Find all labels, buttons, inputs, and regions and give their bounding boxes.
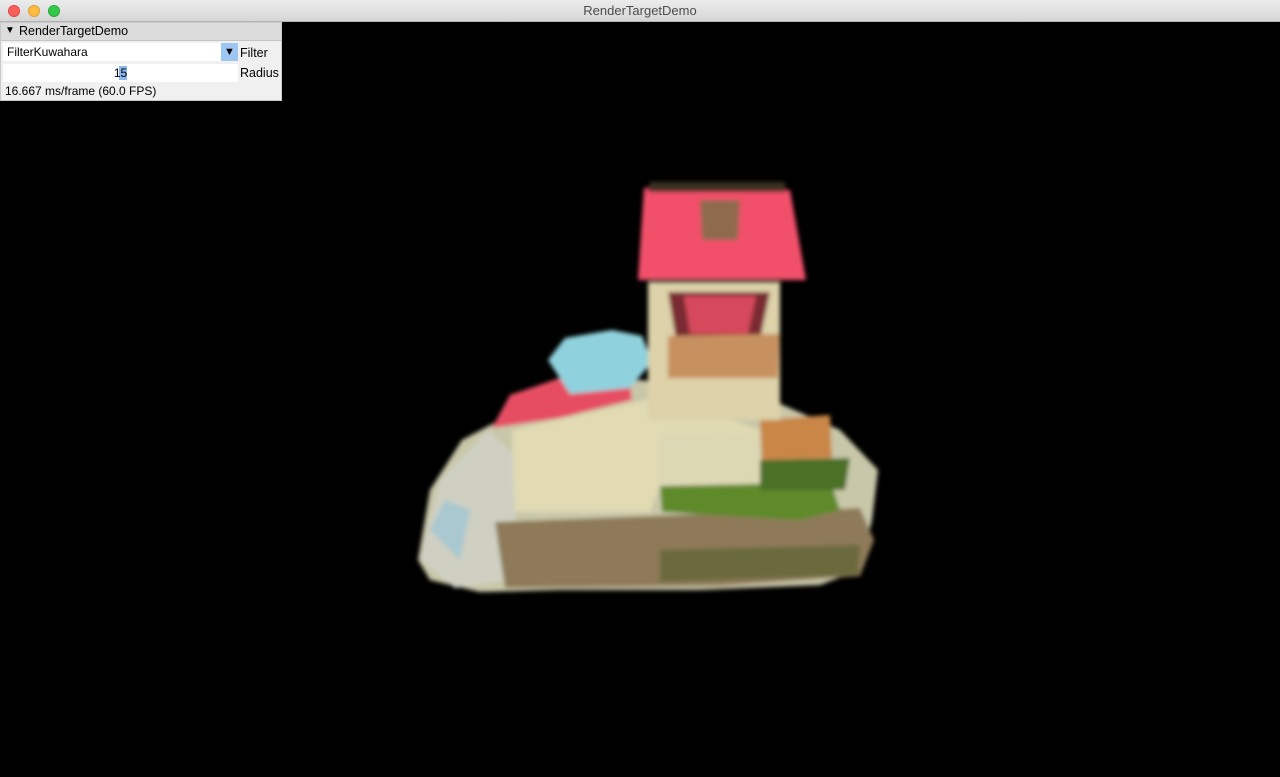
radius-label: Radius: [240, 66, 279, 80]
triangle-down-icon[interactable]: ▼: [221, 43, 238, 61]
render-viewport[interactable]: [0, 22, 1280, 777]
filter-combo[interactable]: FilterKuwahara ▼: [3, 43, 238, 61]
panel-title: RenderTargetDemo: [19, 24, 129, 38]
panel-header[interactable]: ▼ RenderTargetDemo: [1, 23, 281, 41]
imgui-panel: ▼ RenderTargetDemo FilterKuwahara ▼ Filt…: [0, 22, 282, 101]
triangle-down-icon[interactable]: ▼: [5, 25, 15, 36]
radius-value: 15: [113, 66, 128, 80]
window-title: RenderTargetDemo: [583, 3, 697, 18]
filter-label: Filter: [240, 46, 268, 60]
title-bar: RenderTargetDemo: [0, 0, 1280, 22]
rendered-house-scene: [418, 182, 878, 592]
filter-combo-value: FilterKuwahara: [7, 45, 88, 59]
frame-time-text: 16.667 ms/frame (60.0 FPS): [5, 84, 157, 98]
radius-slider[interactable]: 15: [3, 64, 238, 82]
